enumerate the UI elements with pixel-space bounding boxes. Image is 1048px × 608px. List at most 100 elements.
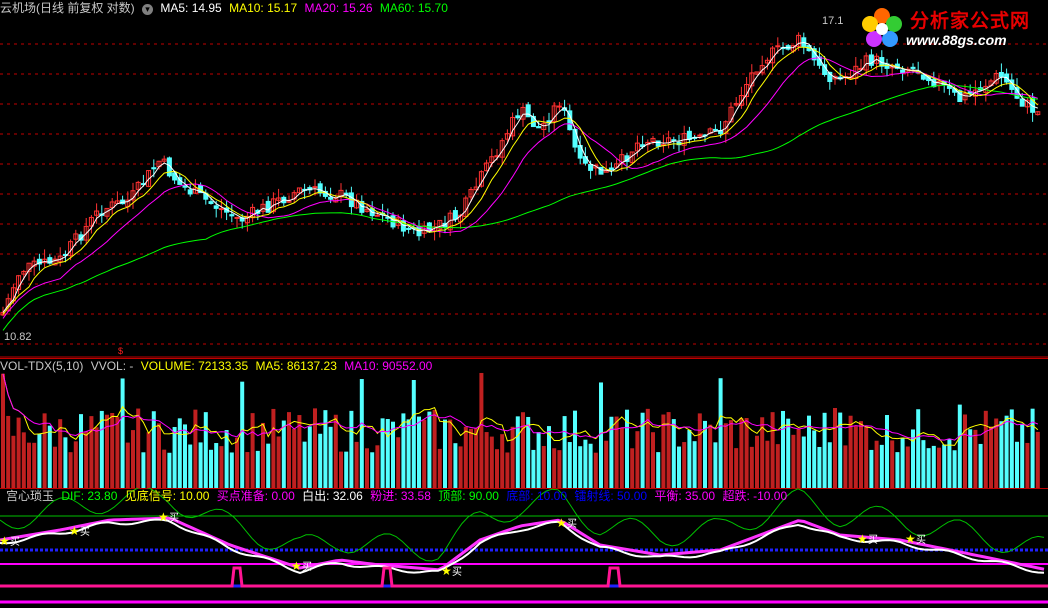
volume-bar (177, 418, 182, 488)
flower-logo-icon (862, 8, 902, 47)
volume-bar (536, 432, 541, 488)
volume-bar (697, 413, 702, 488)
volume-bar (718, 378, 723, 488)
volume-bar (973, 429, 978, 488)
high-price-label: 17.1 (822, 15, 843, 27)
volume-bar (63, 437, 68, 488)
volume-bar (521, 412, 525, 488)
settings-icon[interactable]: ▾ (142, 4, 154, 15)
volume-bar (983, 410, 988, 488)
volume-bar (385, 419, 390, 488)
ma5-line (2, 41, 1038, 313)
volume-bar (484, 432, 489, 488)
volume-bar (926, 448, 931, 488)
volume-bar (1030, 408, 1035, 488)
candle-body (608, 167, 614, 171)
buy-signal-label: 买 (80, 526, 90, 538)
volume-bar (859, 421, 863, 488)
indicator-item-1: 见底信号: 10.00 (124, 489, 210, 503)
buy-signal-label: 买 (868, 534, 878, 546)
volume-bar (474, 428, 479, 488)
indicator-item-9: 超跌: -10.00 (722, 489, 788, 503)
candle-body (208, 201, 214, 204)
volume-bar (115, 416, 120, 488)
volume-bar (406, 419, 411, 488)
indicator-item-6: 底部: 10.00 (506, 489, 567, 503)
volume-bar (666, 412, 671, 488)
indicator-chart[interactable]: ★ 买★ 买★ 买★ 买 ★ 买★ 买★ 买 ★ 买 (0, 488, 1048, 608)
volume-bar (567, 442, 572, 488)
volume-bar (968, 429, 973, 488)
volume-panel[interactable]: VOL-TDX(5,10) VVOL: - VOLUME: 72133.35 M… (0, 358, 1048, 488)
bottom-signal-line (0, 566, 1048, 588)
volume-bar (900, 437, 905, 488)
volume-bar (198, 442, 203, 488)
buy-star-icon: ★ (69, 524, 80, 538)
logo-url: www.88gs.com (906, 32, 1007, 48)
price-chart-panel[interactable]: 云机场(日线 前复权 对数) ▾ MA5: 14.95 MA10: 15.17 … (0, 0, 1048, 358)
volume-bar (1004, 415, 1009, 488)
candle-body (218, 208, 224, 211)
volume-bar (125, 442, 130, 488)
price-header: 云机场(日线 前复权 对数) ▾ MA5: 14.95 MA10: 15.17 … (0, 0, 452, 16)
candlestick-chart[interactable]: 17.1 10.82 $ (0, 0, 1048, 358)
volume-bar (827, 442, 832, 488)
volume-bar (141, 452, 146, 488)
volume-header: VOL-TDX(5,10) VVOL: - VOLUME: 72133.35 M… (0, 358, 436, 374)
volume-bar (313, 408, 317, 488)
indicator-panel[interactable]: 宫心琐玉 DIF: 23.80 见底信号: 10.00 买点准备: 0.00 白… (0, 488, 1048, 608)
volume-bar (401, 413, 406, 488)
candle-body (234, 216, 240, 219)
candle-body (900, 69, 906, 73)
volume-bar (214, 443, 219, 488)
volume-ma5-label: MA5: 86137.23 (255, 359, 337, 373)
volume-bar (167, 452, 172, 488)
volume-bar (427, 411, 432, 488)
volume-bar (11, 435, 16, 488)
low-price-label: 10.82 (4, 331, 32, 343)
candle-body (374, 214, 380, 217)
ma10-line (2, 46, 1039, 315)
candle-body (229, 214, 235, 217)
buy-star-icon: ★ (556, 516, 567, 530)
volume-bar (656, 452, 661, 488)
volume-bar (203, 412, 208, 488)
volume-bar (209, 449, 213, 488)
volume-bar (432, 409, 437, 488)
volume-bar (578, 446, 583, 488)
buy-signal-label: 买 (169, 512, 179, 524)
candle-body (920, 74, 926, 80)
candle-body (406, 227, 412, 230)
volume-bar (583, 439, 588, 488)
indicator-header: 宫心琐玉 DIF: 23.80 见底信号: 10.00 买点准备: 0.00 白… (0, 488, 791, 504)
volume-bar (869, 449, 874, 488)
candle-body (328, 196, 334, 200)
dividend-marker: $ (118, 346, 123, 356)
volume-bar (110, 412, 115, 488)
buy-star-icon: ★ (291, 559, 302, 573)
volume-bar (671, 419, 676, 488)
volume-bar (463, 426, 468, 488)
volume-bar (105, 414, 109, 488)
candle-body (452, 210, 458, 220)
volume-bar (84, 431, 89, 488)
volume-bar (458, 446, 463, 488)
volume-bar (947, 438, 952, 488)
volume-bar (838, 412, 843, 488)
volume-bar (359, 379, 364, 488)
volume-bar (245, 452, 250, 488)
candle-body (588, 164, 594, 171)
volume-bar (770, 412, 775, 488)
indicator-item-7: 镭射线: 50.00 (574, 489, 648, 503)
volume-bar (864, 426, 869, 488)
volume-bar (843, 445, 848, 488)
ma20-line (2, 57, 1038, 319)
volume-bar (500, 434, 505, 488)
volume-bar (94, 427, 99, 488)
volume-bar (604, 440, 609, 488)
volume-bar (677, 446, 681, 488)
volume-bar (708, 424, 713, 488)
volume-bar (469, 428, 473, 488)
volume-bar (942, 444, 947, 488)
volume-bars[interactable] (0, 358, 1048, 488)
